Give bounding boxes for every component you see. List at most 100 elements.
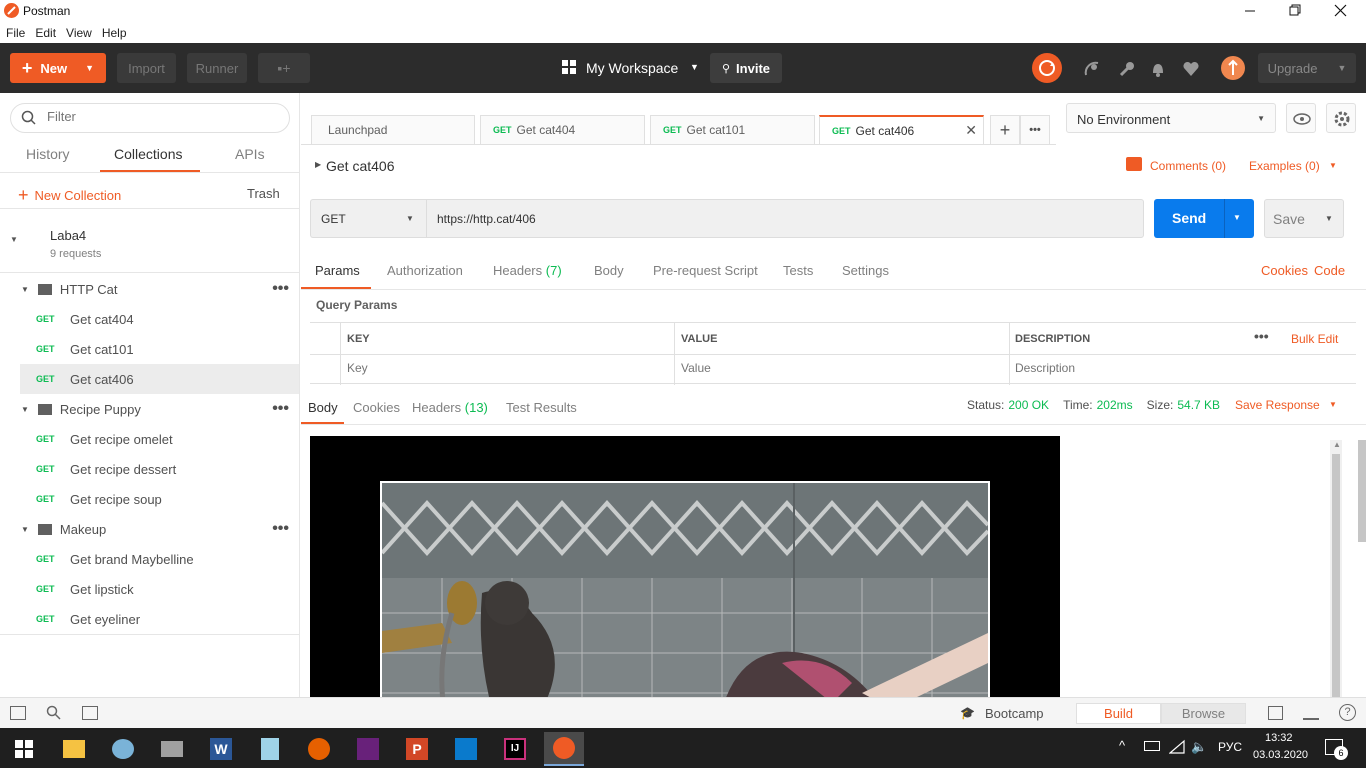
word-icon[interactable]: W [201, 732, 241, 766]
method-select[interactable]: GET ▼ [310, 199, 426, 238]
new-button[interactable]: + New ▼ [10, 53, 106, 83]
menu-edit[interactable]: Edit [35, 26, 56, 40]
request-get-recipe-soup[interactable]: GET Get recipe soup [0, 484, 299, 514]
expand-icon[interactable]: ▶ [315, 160, 321, 169]
trash-button[interactable]: Trash [247, 186, 280, 201]
tab-settings[interactable]: Settings [842, 263, 889, 278]
two-pane-icon[interactable] [1268, 706, 1283, 720]
runner-button[interactable]: Runner [187, 53, 247, 83]
sidebar-toggle-icon[interactable] [10, 706, 26, 720]
tab-params[interactable]: Params [315, 263, 360, 278]
description-input[interactable] [1015, 361, 1335, 375]
bootcamp-link[interactable]: Bootcamp [985, 706, 1044, 721]
tab-tests[interactable]: Tests [783, 263, 813, 278]
filter-box[interactable] [10, 103, 290, 133]
postman-taskbar-icon[interactable] [544, 732, 584, 766]
request-get-cat406[interactable]: GET Get cat406 [20, 364, 299, 394]
wifi-icon[interactable] [1169, 739, 1185, 755]
save-button[interactable]: Save ▼ [1264, 199, 1344, 238]
clock-date[interactable]: 03.03.2020 [1253, 749, 1308, 761]
chevron-down-icon[interactable]: ▼ [1329, 161, 1337, 170]
minimize-icon[interactable] [1240, 0, 1262, 22]
save-response-button[interactable]: Save Response [1235, 398, 1320, 412]
workspace-selector[interactable]: My Workspace [586, 60, 678, 76]
response-scrollbar[interactable]: ▲ [1330, 440, 1342, 697]
add-tab-button[interactable]: + [990, 115, 1020, 144]
url-input[interactable]: https://http.cat/406 [426, 199, 1144, 238]
menu-help[interactable]: Help [102, 26, 127, 40]
more-options-icon[interactable]: ••• [1254, 328, 1269, 344]
more-options-icon[interactable]: ••• [272, 280, 289, 298]
send-button[interactable]: Send ▼ [1154, 199, 1254, 238]
firefox-icon[interactable] [299, 732, 339, 766]
language-indicator[interactable]: РУС [1218, 740, 1242, 754]
response-tab-test-results[interactable]: Test Results [506, 400, 577, 415]
request-get-eyeliner[interactable]: GET Get eyeliner [0, 604, 299, 634]
collapse-icon[interactable]: ▼ [21, 405, 29, 414]
request-get-recipe-dessert[interactable]: GET Get recipe dessert [0, 454, 299, 484]
tab-options-button[interactable]: ••• [1020, 115, 1050, 144]
console-icon[interactable] [82, 706, 98, 720]
request-get-lipstick[interactable]: GET Get lipstick [0, 574, 299, 604]
key-input[interactable] [347, 361, 667, 375]
tab-history[interactable]: History [26, 146, 70, 162]
filter-input[interactable] [47, 109, 277, 124]
vscode-icon[interactable] [446, 732, 486, 766]
tab-get-cat406[interactable]: GET Get cat406 ✕ [819, 115, 984, 144]
chevron-down-icon[interactable]: ▼ [1325, 214, 1333, 223]
main-scrollbar-thumb[interactable] [1358, 440, 1366, 542]
tab-get-cat101[interactable]: GET Get cat101 [650, 115, 815, 144]
tab-get-cat404[interactable]: GET Get cat404 [480, 115, 645, 144]
tray-chevron-icon[interactable]: ^ [1119, 738, 1125, 753]
notepad-icon[interactable] [250, 732, 290, 766]
response-tab-headers[interactable]: Headers (13) [412, 400, 488, 415]
keyboard-icon[interactable] [1303, 706, 1319, 720]
gear-icon[interactable] [1326, 103, 1356, 133]
tab-apis[interactable]: APIs [235, 146, 265, 162]
heart-icon[interactable] [1182, 61, 1200, 77]
bell-icon[interactable] [1150, 60, 1166, 78]
import-button[interactable]: Import [117, 53, 176, 83]
folder-recipe-puppy[interactable]: ▼ Recipe Puppy ••• [0, 394, 299, 424]
intellij-icon[interactable]: IJ [495, 732, 535, 766]
close-tab-icon[interactable]: ✕ [965, 122, 977, 139]
browse-toggle[interactable]: Browse [1161, 703, 1246, 724]
folder-http-cat[interactable]: ▼ HTTP Cat ••• [0, 274, 299, 304]
file-explorer-icon[interactable] [54, 732, 94, 766]
help-icon[interactable]: ? [1339, 704, 1356, 721]
tab-collections[interactable]: Collections [114, 146, 182, 162]
value-input[interactable] [681, 361, 1001, 375]
collapse-icon[interactable]: ▼ [21, 285, 29, 294]
response-tab-body[interactable]: Body [308, 400, 338, 415]
tab-launchpad[interactable]: Launchpad [311, 115, 475, 144]
collection-laba4[interactable]: ▼ Laba4 9 requests [0, 218, 299, 273]
new-collection-button[interactable]: + New Collection [18, 185, 121, 206]
more-options-icon[interactable]: ••• [272, 400, 289, 418]
windows-start-icon[interactable] [4, 732, 44, 766]
sync-icon[interactable] [1032, 53, 1062, 83]
comments-button[interactable]: Comments (0) [1150, 159, 1226, 173]
search-icon[interactable] [46, 705, 62, 721]
menu-view[interactable]: View [66, 26, 92, 40]
menu-file[interactable]: File [6, 26, 25, 40]
collapse-icon[interactable]: ▼ [21, 525, 29, 534]
collapse-icon[interactable]: ▼ [10, 235, 18, 244]
request-get-brand-maybelline[interactable]: GET Get brand Maybelline [0, 544, 299, 574]
build-toggle[interactable]: Build [1076, 703, 1161, 724]
examples-button[interactable]: Examples (0) [1249, 159, 1320, 173]
code-link[interactable]: Code [1314, 263, 1345, 278]
visual-studio-icon[interactable] [348, 732, 388, 766]
satellite-icon[interactable] [1083, 60, 1101, 78]
chevron-down-icon[interactable]: ▼ [1329, 400, 1337, 409]
invite-button[interactable]: ⚲ Invite [710, 53, 782, 83]
chevron-down-icon[interactable]: ▼ [1233, 213, 1241, 222]
bulk-edit-link[interactable]: Bulk Edit [1291, 332, 1338, 346]
request-get-cat404[interactable]: GET Get cat404 [0, 304, 299, 334]
tab-body[interactable]: Body [594, 263, 624, 278]
environment-selector[interactable]: No Environment ▼ [1066, 103, 1276, 133]
response-tab-cookies[interactable]: Cookies [353, 400, 400, 415]
cookies-link[interactable]: Cookies [1261, 263, 1308, 278]
volume-icon[interactable]: 🔈 [1191, 739, 1207, 755]
new-window-button[interactable]: ▪+ [258, 53, 310, 83]
restore-icon[interactable] [1285, 0, 1307, 22]
